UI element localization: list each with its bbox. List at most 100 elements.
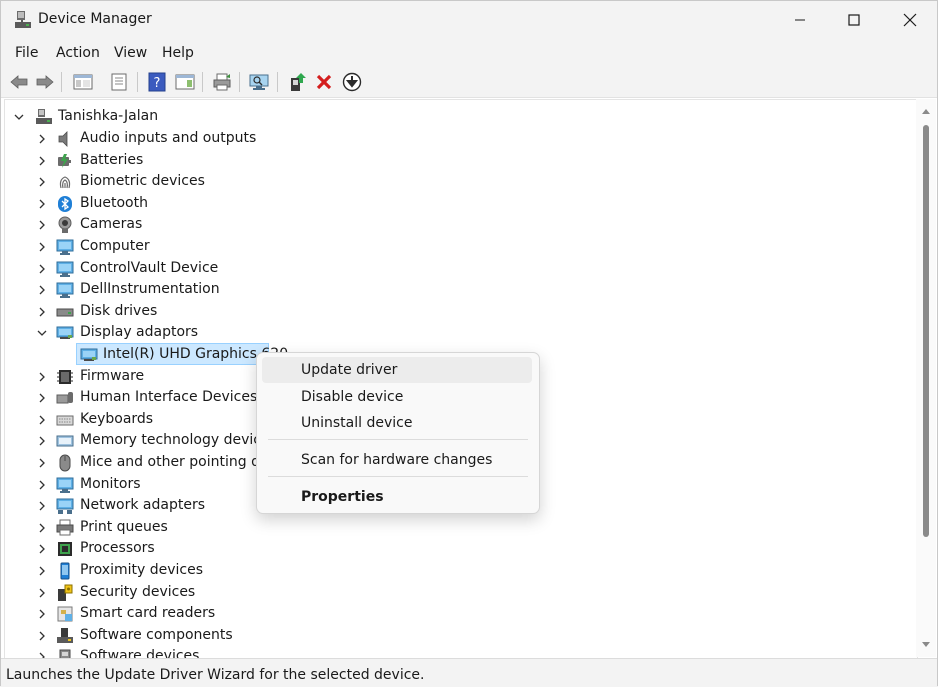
battery-icon — [58, 154, 71, 168]
tree-category-disk-drives[interactable]: Disk drives — [5, 301, 917, 322]
print-toolbar-button[interactable] — [210, 70, 234, 94]
minimize-button[interactable] — [777, 1, 823, 39]
chevron-down-icon[interactable] — [36, 327, 48, 339]
chevron-right-icon[interactable] — [36, 500, 48, 512]
status-bar: Launches the Update Driver Wizard for th… — [1, 658, 937, 687]
chevron-right-icon[interactable] — [36, 155, 48, 167]
chevron-down-icon[interactable] — [13, 111, 25, 123]
tree-root[interactable]: Tanishka-Jalan — [5, 106, 917, 127]
tree-category-software-components[interactable]: Software components — [5, 625, 917, 646]
fingerprint-icon — [59, 176, 71, 189]
hid-icon — [56, 392, 73, 404]
maximize-icon — [848, 14, 860, 26]
properties-toolbar-button[interactable] — [107, 70, 131, 94]
chevron-right-icon[interactable] — [36, 284, 48, 296]
ctx-properties[interactable]: Properties — [262, 484, 532, 510]
tree-category-label: Computer — [80, 238, 150, 254]
tree-category-label: Network adapters — [80, 497, 205, 513]
toolbar-separator — [61, 72, 62, 92]
ctx-disable-device[interactable]: Disable device — [262, 384, 532, 410]
chevron-right-icon[interactable] — [36, 565, 48, 577]
close-button[interactable] — [887, 1, 933, 39]
menu-file[interactable]: File — [15, 45, 38, 61]
forward-button[interactable] — [33, 70, 57, 94]
tree-category-processors[interactable]: Processors — [5, 538, 917, 559]
software-device-icon — [59, 649, 71, 658]
toolbar-separator — [277, 72, 278, 92]
chevron-right-icon[interactable] — [36, 435, 48, 447]
scroll-up-icon[interactable] — [921, 107, 931, 115]
tree-category-controlvault-device[interactable]: ControlVault Device — [5, 258, 917, 279]
scroll-thumb[interactable] — [923, 125, 929, 537]
menu-view[interactable]: View — [114, 45, 147, 61]
tree-category-label: Print queues — [80, 519, 168, 535]
monitor-icon — [56, 282, 74, 298]
chevron-right-icon[interactable] — [36, 263, 48, 275]
display-adapter-icon — [80, 348, 98, 361]
tree-category-audio-inputs-and-outputs[interactable]: Audio inputs and outputs — [5, 128, 917, 149]
uninstall-device-toolbar-button[interactable] — [312, 70, 336, 94]
vertical-scrollbar[interactable] — [916, 99, 936, 657]
action-pane-button[interactable] — [173, 70, 197, 94]
close-icon — [903, 13, 917, 27]
chevron-right-icon[interactable] — [36, 587, 48, 599]
tree-category-cameras[interactable]: Cameras — [5, 214, 917, 235]
chevron-right-icon[interactable] — [36, 543, 48, 555]
ctx-uninstall-device[interactable]: Uninstall device — [262, 410, 532, 436]
ctx-disable-device-label: Disable device — [301, 389, 404, 405]
tree-category-display-adaptors[interactable]: Display adaptors — [5, 322, 917, 343]
chevron-right-icon[interactable] — [36, 651, 48, 658]
menu-help[interactable]: Help — [162, 45, 194, 61]
update-driver-toolbar-button[interactable] — [285, 70, 309, 94]
tree-category-smart-card-readers[interactable]: Smart card readers — [5, 603, 917, 624]
back-button[interactable] — [7, 70, 31, 94]
menu-action[interactable]: Action — [56, 45, 100, 61]
ctx-scan-hardware[interactable]: Scan for hardware changes — [262, 447, 532, 473]
window-title: Device Manager — [38, 11, 152, 27]
tree-category-software-devices[interactable]: Software devices — [5, 646, 917, 658]
tree-category-label: Processors — [80, 540, 155, 556]
chevron-right-icon[interactable] — [36, 198, 48, 210]
maximize-button[interactable] — [831, 1, 877, 39]
tree-category-label: Proximity devices — [80, 562, 203, 578]
show-hide-console-tree-button[interactable] — [71, 70, 95, 94]
tree-category-label: Security devices — [80, 584, 196, 600]
down-arrow-circle-icon — [342, 72, 362, 92]
chevron-right-icon[interactable] — [36, 392, 48, 404]
chevron-right-icon[interactable] — [36, 241, 48, 253]
chevron-right-icon[interactable] — [36, 608, 48, 620]
chevron-right-icon[interactable] — [36, 457, 48, 469]
tree-category-bluetooth[interactable]: Bluetooth — [5, 193, 917, 214]
tree-category-batteries[interactable]: Batteries — [5, 150, 917, 171]
context-menu: Update driver Disable device Uninstall d… — [256, 352, 540, 514]
mouse-icon — [59, 454, 71, 472]
monitor-icon — [56, 477, 74, 493]
disable-device-toolbar-button[interactable] — [340, 70, 364, 94]
processor-icon — [58, 542, 72, 556]
chevron-right-icon[interactable] — [36, 133, 48, 145]
chevron-right-icon[interactable] — [36, 414, 48, 426]
chevron-right-icon[interactable] — [36, 479, 48, 491]
tree-category-dellinstrumentation[interactable]: DellInstrumentation — [5, 279, 917, 300]
tree-category-label: Disk drives — [80, 303, 158, 319]
tree-category-print-queues[interactable]: Print queues — [5, 517, 917, 538]
help-toolbar-button[interactable]: ? — [145, 70, 169, 94]
chevron-right-icon[interactable] — [36, 371, 48, 383]
help-icon: ? — [148, 72, 166, 92]
scroll-down-icon[interactable] — [921, 641, 931, 649]
tree-category-security-devices[interactable]: Security devices — [5, 582, 917, 603]
chevron-right-icon[interactable] — [36, 219, 48, 231]
tree-category-biometric-devices[interactable]: Biometric devices — [5, 171, 917, 192]
chevron-right-icon[interactable] — [36, 306, 48, 318]
tree-category-label: Firmware — [80, 368, 145, 384]
tree-category-proximity-devices[interactable]: Proximity devices — [5, 560, 917, 581]
chevron-right-icon[interactable] — [36, 522, 48, 534]
scan-hardware-toolbar-button[interactable] — [247, 70, 271, 94]
ctx-update-driver[interactable]: Update driver — [262, 357, 532, 383]
tree-category-label: Monitors — [80, 476, 141, 492]
keyboard-icon — [56, 415, 74, 426]
ctx-separator — [268, 476, 528, 477]
tree-category-computer[interactable]: Computer — [5, 236, 917, 257]
chevron-right-icon[interactable] — [36, 630, 48, 642]
chevron-right-icon[interactable] — [36, 176, 48, 188]
